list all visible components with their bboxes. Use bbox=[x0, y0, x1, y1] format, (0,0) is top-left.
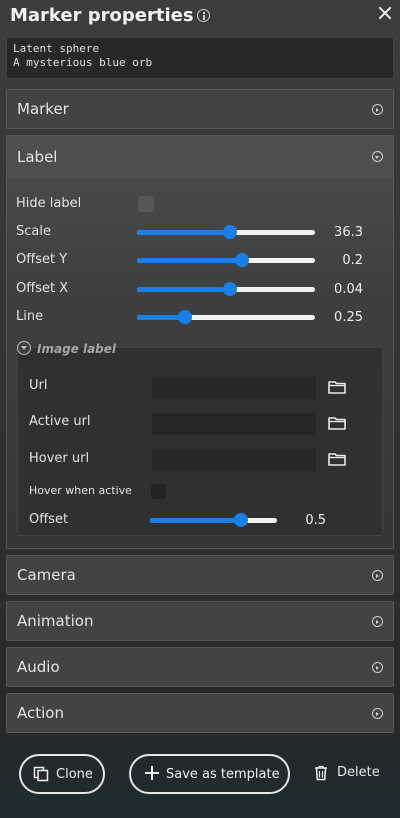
url-label: Url bbox=[29, 378, 48, 393]
image-label-toggle-icon[interactable] bbox=[17, 341, 31, 355]
section-action-label: Action bbox=[17, 704, 64, 722]
section-audio-label: Audio bbox=[17, 658, 60, 676]
offset-slider-thumb[interactable] bbox=[234, 513, 249, 527]
hover-url-label: Hover url bbox=[29, 451, 90, 466]
offset-label: Offset bbox=[29, 512, 69, 527]
panel-title: Marker properties bbox=[10, 5, 194, 26]
scale-label: Scale bbox=[16, 224, 51, 239]
close-icon[interactable] bbox=[376, 4, 394, 22]
hover-url-input[interactable] bbox=[151, 448, 317, 472]
offset-slider[interactable] bbox=[150, 512, 277, 528]
marker-description[interactable]: Latent sphere A mysterious blue orb bbox=[6, 37, 394, 79]
offset-y-value[interactable]: 0.2 bbox=[307, 253, 363, 268]
active-url-input[interactable] bbox=[151, 412, 317, 436]
clone-label: Clone bbox=[56, 767, 93, 782]
section-marker-label: Marker bbox=[17, 100, 69, 118]
hide-label-checkbox[interactable] bbox=[138, 196, 154, 212]
folder-icon[interactable] bbox=[328, 416, 346, 430]
section-label: Label Hide label Scale 36.3 Offset Y 0.2… bbox=[6, 135, 394, 549]
hover-when-active-checkbox[interactable] bbox=[151, 484, 166, 499]
line-slider-thumb[interactable] bbox=[178, 310, 193, 324]
line-value[interactable]: 0.25 bbox=[307, 310, 363, 325]
scale-slider[interactable] bbox=[137, 224, 315, 240]
offset-x-slider[interactable] bbox=[137, 281, 315, 297]
expand-icon bbox=[372, 616, 383, 627]
scale-slider-thumb[interactable] bbox=[222, 225, 237, 239]
section-camera[interactable]: Camera bbox=[6, 555, 394, 595]
line-label: Line bbox=[16, 309, 44, 324]
plus-icon bbox=[145, 766, 159, 780]
clone-icon bbox=[33, 766, 49, 782]
section-label-title: Label bbox=[17, 148, 58, 166]
offset-y-label: Offset Y bbox=[16, 252, 68, 267]
image-label-title[interactable]: Image label bbox=[37, 342, 116, 356]
collapse-icon bbox=[372, 151, 383, 162]
section-audio[interactable]: Audio bbox=[6, 647, 394, 687]
panel-header: Marker properties bbox=[0, 0, 400, 34]
scale-value[interactable]: 36.3 bbox=[307, 225, 363, 240]
expand-icon bbox=[372, 708, 383, 719]
expand-icon bbox=[372, 662, 383, 673]
active-url-label: Active url bbox=[29, 414, 91, 429]
hover-when-active-label: Hover when active bbox=[29, 484, 132, 497]
save-as-template-button[interactable]: Save as template bbox=[129, 754, 290, 794]
section-marker[interactable]: Marker bbox=[6, 89, 394, 129]
section-camera-label: Camera bbox=[17, 566, 76, 584]
hide-label-label: Hide label bbox=[16, 196, 82, 211]
image-label-subsection: Url Active url Hover url Hover when acti… bbox=[17, 347, 383, 536]
section-animation[interactable]: Animation bbox=[6, 601, 394, 641]
section-label-header[interactable]: Label bbox=[7, 136, 393, 178]
line-slider[interactable] bbox=[137, 309, 315, 325]
offset-x-label: Offset X bbox=[16, 281, 69, 296]
section-action[interactable]: Action bbox=[6, 693, 394, 733]
section-animation-label: Animation bbox=[17, 612, 94, 630]
offset-y-slider[interactable] bbox=[137, 252, 315, 268]
marker-properties-panel: Marker properties Latent sphere A myster… bbox=[0, 0, 400, 818]
delete-label: Delete bbox=[337, 765, 380, 780]
info-icon[interactable] bbox=[197, 9, 210, 22]
offset-y-slider-thumb[interactable] bbox=[235, 253, 250, 267]
offset-x-slider-thumb[interactable] bbox=[222, 282, 237, 296]
expand-icon bbox=[372, 570, 383, 581]
save-as-template-label: Save as template bbox=[166, 767, 280, 782]
folder-icon[interactable] bbox=[328, 380, 346, 394]
url-input[interactable] bbox=[151, 376, 317, 400]
expand-icon bbox=[372, 104, 383, 115]
delete-button[interactable]: Delete bbox=[310, 764, 386, 784]
trash-icon bbox=[314, 765, 328, 781]
offset-x-value[interactable]: 0.04 bbox=[307, 282, 363, 297]
offset-value[interactable]: 0.5 bbox=[286, 513, 326, 528]
clone-button[interactable]: Clone bbox=[19, 754, 105, 794]
folder-icon[interactable] bbox=[328, 452, 346, 466]
